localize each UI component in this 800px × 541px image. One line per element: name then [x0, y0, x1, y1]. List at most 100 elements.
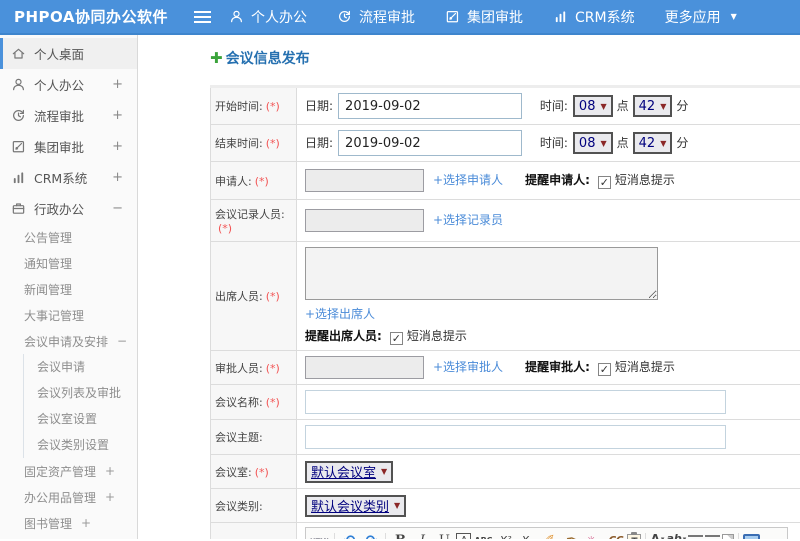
- minute-suffix: 分: [676, 135, 689, 150]
- font-box-icon[interactable]: A: [456, 533, 472, 539]
- html-source-icon[interactable]: HTML: [310, 531, 330, 540]
- sidebar-item-个人办公[interactable]: 个人办公 +: [0, 69, 137, 100]
- required-mark: (*): [265, 361, 280, 375]
- required-mark: (*): [265, 100, 280, 113]
- select-attendees-link[interactable]: +选择出席人: [305, 307, 375, 321]
- sidebar-item-大事记管理[interactable]: 大事记管理: [0, 302, 137, 328]
- expand-toggle-icon[interactable]: −: [112, 201, 123, 216]
- sms-checkbox[interactable]: ✓: [389, 332, 403, 345]
- sms-checkbox[interactable]: ✓: [597, 363, 611, 376]
- sidebar-item-流程审批[interactable]: 流程审批 +: [0, 100, 137, 131]
- format-brush-icon[interactable]: ✒: [561, 531, 581, 539]
- dropdown-arrow-icon: ▾: [682, 535, 687, 539]
- start-minute-select[interactable]: 42 ▼: [632, 95, 673, 117]
- meeting-room-select[interactable]: 默认会议室 ▼: [305, 460, 394, 483]
- form-row-end-time: 结束时间:(*) 日期: 时间: 08▼点42▼分: [210, 124, 800, 162]
- applicant-input[interactable]: [305, 169, 424, 192]
- required-mark: (*): [265, 396, 280, 409]
- new-doc-icon[interactable]: [722, 533, 735, 539]
- meeting-name-input[interactable]: [305, 390, 726, 414]
- nav-item-label: CRM系统: [575, 9, 635, 26]
- fullscreen-icon[interactable]: [743, 534, 761, 539]
- subscript-icon[interactable]: X₂: [517, 531, 537, 539]
- end-hour-select[interactable]: 08 ▼: [572, 132, 613, 154]
- superscript-icon[interactable]: X²: [495, 531, 515, 539]
- dropdown-arrow-icon: ▼: [600, 138, 607, 148]
- eraser-icon[interactable]: ✐: [539, 531, 559, 539]
- start-date-input[interactable]: [338, 93, 523, 119]
- expand-toggle-icon[interactable]: +: [112, 170, 123, 185]
- briefcase-icon: [11, 201, 26, 216]
- remind-attendees-label: 提醒出席人员:: [305, 329, 382, 343]
- sidebar-item-图书管理[interactable]: 图书管理 +: [0, 510, 137, 536]
- expand-toggle-icon[interactable]: +: [105, 490, 115, 504]
- sidebar-item-公告管理[interactable]: 公告管理: [0, 224, 137, 250]
- nav-item-流程审批[interactable]: 流程审批: [337, 7, 415, 27]
- sidebar-item-新闻管理[interactable]: 新闻管理: [0, 276, 137, 302]
- recorder-input[interactable]: [305, 209, 424, 232]
- select-approver-link[interactable]: +选择审批人: [433, 360, 503, 374]
- blockquote-icon[interactable]: 66: [605, 531, 625, 540]
- expand-toggle-icon[interactable]: +: [112, 108, 123, 123]
- meeting-category-select[interactable]: 默认会议类别 ▼: [305, 494, 407, 517]
- text-effect-icon[interactable]: ✳▾: [583, 531, 603, 539]
- hour-suffix: 点: [616, 98, 629, 113]
- bold-icon[interactable]: B: [390, 531, 410, 539]
- sidebar-item-CRM系统[interactable]: CRM系统 +: [0, 162, 137, 193]
- expand-toggle-icon[interactable]: −: [117, 334, 127, 348]
- meeting-subject-label: 会议主题:: [215, 431, 263, 444]
- unordered-list-icon[interactable]: ▾: [705, 535, 721, 539]
- sidebar-item-个人桌面[interactable]: 个人桌面: [0, 38, 137, 69]
- sidebar-item-会议申请[interactable]: 会议申请: [23, 354, 137, 380]
- menu-toggle-icon[interactable]: [194, 10, 211, 23]
- font-color-icon[interactable]: A ▾: [650, 533, 665, 539]
- sidebar-item-会议申请及安排[interactable]: 会议申请及安排 −: [0, 328, 137, 354]
- expand-toggle-icon[interactable]: +: [81, 516, 91, 530]
- end-minute-select[interactable]: 42 ▼: [632, 132, 673, 154]
- nav-item-CRM系统[interactable]: CRM系统: [553, 7, 635, 27]
- required-mark: (*): [254, 174, 269, 188]
- history-icon: [11, 108, 26, 123]
- nav-item-集团审批[interactable]: 集团审批: [445, 7, 523, 27]
- sidebar-item-会议室设置[interactable]: 会议室设置: [23, 406, 137, 432]
- undo-icon[interactable]: ↶: [339, 531, 359, 540]
- nav-item-个人办公[interactable]: 个人办公: [229, 7, 307, 27]
- sidebar-item-会议列表及审批[interactable]: 会议列表及审批: [23, 380, 137, 406]
- expand-toggle-icon[interactable]: +: [112, 77, 123, 92]
- highlight-icon[interactable]: ab ▾: [666, 533, 686, 540]
- form-row-start-time: 开始时间:(*) 日期: 时间: 08▼点42▼分: [210, 86, 800, 125]
- meeting-form: 开始时间:(*) 日期: 时间:08▼点42▼分 结束时间:(*) 日期: 时间…: [210, 85, 800, 539]
- dropdown-arrow-icon: ▼: [660, 101, 667, 111]
- sidebar-item-集团审批[interactable]: 集团审批 +: [0, 131, 137, 162]
- sidebar-item-会议类别设置[interactable]: 会议类别设置: [23, 432, 137, 458]
- sidebar-item-办公用品管理[interactable]: 办公用品管理 +: [0, 484, 137, 510]
- approver-input[interactable]: [305, 356, 424, 379]
- sidebar-item-label: 个人桌面: [34, 47, 85, 62]
- underline-icon[interactable]: U: [434, 531, 454, 539]
- start-hour-select[interactable]: 08 ▼: [572, 95, 613, 117]
- italic-icon[interactable]: I: [412, 531, 432, 539]
- expand-toggle-icon[interactable]: +: [112, 139, 123, 154]
- top-nav: 个人办公 流程审批 集团审批 CRM系统: [229, 7, 635, 27]
- sidebar-item-通知管理[interactable]: 通知管理: [0, 250, 137, 276]
- required-mark: (*): [254, 465, 269, 479]
- select-applicant-link[interactable]: +选择申请人: [433, 173, 503, 187]
- strikethrough-icon[interactable]: ABC: [473, 531, 493, 539]
- more-apps-menu[interactable]: 更多应用 ▼: [665, 7, 737, 27]
- expand-toggle-icon[interactable]: +: [105, 464, 115, 478]
- end-date-input[interactable]: [338, 130, 523, 156]
- meeting-room-label: 会议室:: [215, 465, 252, 479]
- sidebar-item-label: 大事记管理: [24, 308, 85, 323]
- edit-icon: [11, 139, 26, 154]
- select-recorder-link[interactable]: +选择记录员: [433, 213, 503, 227]
- redo-icon[interactable]: ↷: [361, 531, 381, 540]
- form-row-applicant: 申请人: (*) +选择申请人 提醒申请人: ✓ 短消息提示: [210, 161, 800, 200]
- paste-text-icon[interactable]: T: [627, 532, 642, 539]
- sidebar-item-行政办公[interactable]: 行政办公 −: [0, 193, 137, 224]
- ordered-list-icon[interactable]: ▾: [688, 535, 704, 539]
- sms-checkbox[interactable]: ✓: [597, 176, 611, 189]
- hour-suffix: 点: [616, 135, 629, 150]
- attendees-textarea[interactable]: [305, 247, 658, 300]
- sidebar-item-固定资产管理[interactable]: 固定资产管理 +: [0, 458, 137, 484]
- meeting-subject-input[interactable]: [305, 425, 726, 449]
